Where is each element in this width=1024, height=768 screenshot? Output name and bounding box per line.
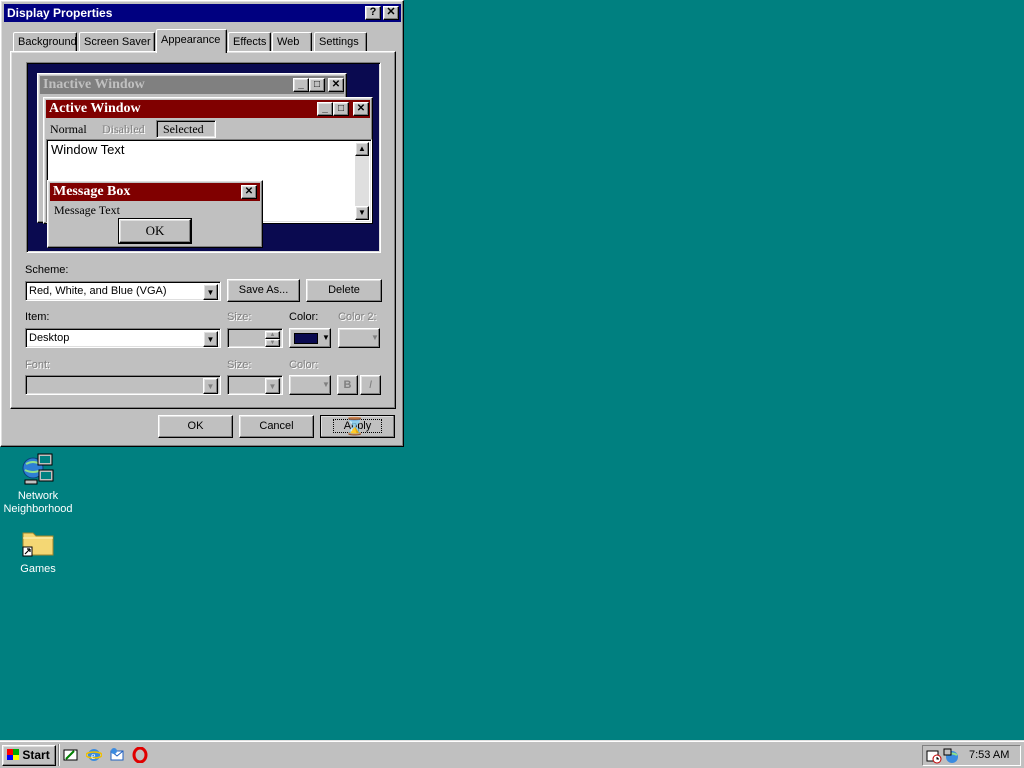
cancel-button[interactable]: Cancel (239, 415, 314, 438)
minimize-icon: _ (293, 78, 309, 92)
font-color-button: ▼ (289, 375, 331, 395)
chevron-down-icon: ▼ (203, 378, 218, 394)
desktop-icon-label: Network Neighborhood (3, 490, 73, 515)
preview-scrollbar: ▲ ▼ (355, 142, 369, 220)
close-icon: ✕ (386, 6, 396, 18)
font-color-label: Color: (289, 359, 319, 371)
internet-explorer-icon[interactable]: e (85, 747, 103, 763)
italic-button: I (360, 375, 381, 395)
chevron-down-icon: ▼ (322, 333, 330, 342)
color-swatch (294, 333, 318, 344)
preview-message-box: Message Box ✕ Message Text OK (47, 180, 263, 248)
preview-menu-disabled: Disabled (102, 122, 145, 136)
windows-logo-icon (7, 749, 19, 760)
display-properties-dialog: Display Properties ? ✕ Background Screen… (0, 0, 404, 447)
hourglass-cursor-icon: ⌛ (344, 417, 366, 436)
dialog-titlebar[interactable]: Display Properties (4, 4, 401, 22)
close-icon: ✕ (353, 102, 369, 116)
chevron-down-icon: ▼ (322, 380, 330, 389)
clock[interactable]: 7:53 AM (969, 748, 1009, 763)
font-select: ▼ (25, 375, 221, 395)
item-size-label: Size: (227, 311, 252, 323)
item-color-button[interactable]: ▼ (289, 328, 331, 348)
bold-button: B (337, 375, 358, 395)
tab-screen-saver[interactable]: Screen Saver (79, 32, 155, 52)
tab-effects[interactable]: Effects (228, 32, 271, 52)
desktop-icon-label: Games (20, 563, 56, 575)
chevron-down-icon[interactable]: ▼ (203, 284, 218, 300)
save-as-button[interactable]: Save As... (227, 279, 300, 302)
preview-window-text: Window Text (51, 142, 125, 157)
folder-shortcut-icon (22, 532, 54, 557)
tab-background[interactable]: Background (13, 32, 77, 52)
chevron-down-icon: ▼ (371, 333, 379, 342)
network-status-icon[interactable] (943, 748, 959, 764)
chevron-down-icon: ▼ (265, 378, 280, 394)
msgbox-ok-button: OK (118, 218, 192, 244)
font-label: Font: (25, 359, 51, 371)
maximize-icon: □ (309, 78, 325, 92)
svg-text:e: e (91, 751, 96, 762)
item-size-spinner: ▲ ▼ (227, 328, 283, 348)
spin-up-icon: ▲ (265, 331, 280, 339)
taskbar: Start e 7:53 AM (0, 740, 1024, 768)
msgbox-text: Message Text (54, 203, 120, 217)
item-color-label: Color: (289, 311, 319, 323)
opera-icon[interactable] (132, 746, 148, 764)
network-neighborhood-icon (22, 453, 54, 485)
show-desktop-icon[interactable] (63, 747, 79, 763)
font-size-label: Size: (227, 359, 252, 371)
system-tray: 7:53 AM (922, 745, 1021, 766)
tab-web[interactable]: Web (272, 32, 312, 52)
ok-button[interactable]: OK (158, 415, 233, 438)
tab-settings[interactable]: Settings (314, 32, 367, 52)
item-label: Item: (25, 311, 50, 323)
scroll-up-icon: ▲ (355, 142, 369, 156)
help-button[interactable]: ? (365, 6, 381, 20)
minimize-icon: _ (317, 102, 333, 116)
outlook-express-icon[interactable] (109, 747, 125, 763)
close-icon: ✕ (241, 185, 257, 199)
preview-menu-normal: Normal (50, 122, 87, 136)
close-icon: ✕ (328, 78, 344, 92)
chevron-down-icon[interactable]: ▼ (203, 331, 218, 347)
taskbar-separator (58, 744, 60, 766)
scheme-select[interactable]: Red, White, and Blue (VGA) ▼ (25, 281, 221, 301)
start-button[interactable]: Start (2, 745, 56, 766)
spin-down-icon: ▼ (265, 339, 280, 347)
desktop-icon-games[interactable]: Games (0, 527, 76, 576)
dialog-close-button[interactable]: ✕ (383, 6, 399, 20)
font-size-select: ▼ (227, 375, 283, 395)
item-color2-label: Color 2: (338, 311, 377, 323)
maximize-icon: □ (333, 102, 349, 116)
desktop-icon-network-neighborhood[interactable]: Network Neighborhood (0, 452, 76, 516)
item-select[interactable]: Desktop ▼ (25, 328, 221, 348)
task-scheduler-icon[interactable] (926, 748, 942, 764)
msgbox-caption: Message Box (50, 183, 260, 201)
scroll-down-icon: ▼ (355, 206, 369, 220)
dialog-title: Display Properties (7, 6, 113, 20)
tab-appearance[interactable]: Appearance (156, 29, 227, 53)
item-color2-button: ▼ (338, 328, 380, 348)
scheme-label: Scheme: (25, 264, 69, 276)
preview-menu-selected: Selected (156, 120, 216, 138)
delete-button[interactable]: Delete (306, 279, 382, 302)
appearance-preview[interactable]: Inactive Window _ □ ✕ Active Window _ □ … (26, 62, 381, 253)
